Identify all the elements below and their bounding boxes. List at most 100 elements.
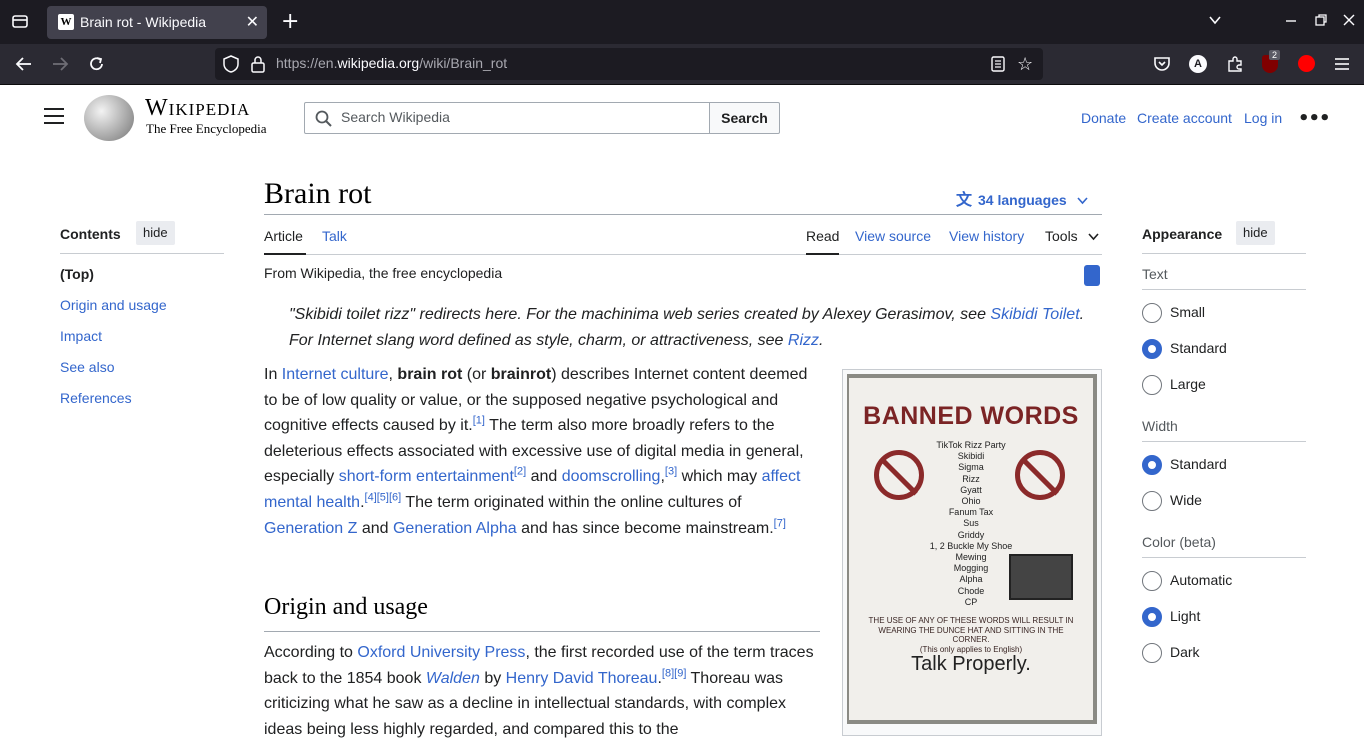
citation-4[interactable]: [4] [365, 492, 377, 504]
banned-word-item: Sus [963, 518, 979, 529]
tab-list-chevron-icon[interactable] [1208, 12, 1222, 31]
citation-7[interactable]: [7] [774, 517, 786, 529]
youtube-extension-icon[interactable] [1298, 55, 1315, 72]
translate-icon: 文 [956, 192, 973, 209]
label-color-dark[interactable]: Dark [1170, 644, 1200, 660]
banned-word-item: Gyatt [960, 484, 982, 495]
appearance-divider [1142, 253, 1306, 254]
label-color-light[interactable]: Light [1170, 608, 1200, 624]
browser-tab-active[interactable]: W Brain rot - Wikipedia ✕ [47, 6, 267, 39]
infobox-thumbnail[interactable]: BANNED WORDS TikTok Rizz Party Skibidi Sig… [842, 369, 1102, 736]
site-subtitle: From Wikipedia, the free encyclopedia [264, 265, 503, 281]
label-width-wide[interactable]: Wide [1170, 492, 1202, 508]
short-form-entertainment-link[interactable]: short-form entertainment [339, 468, 514, 485]
wikipedia-globe-logo[interactable] [84, 95, 134, 141]
radio-text-standard[interactable] [1142, 339, 1162, 359]
close-window-icon[interactable] [1342, 12, 1356, 31]
restore-window-icon[interactable] [1314, 12, 1328, 31]
oxford-university-press-link[interactable]: Oxford University Press [357, 644, 525, 661]
login-link[interactable]: Log in [1244, 110, 1282, 126]
bookmark-star-icon[interactable]: ☆ [1017, 54, 1033, 75]
site-lock-icon[interactable] [251, 55, 265, 77]
toc-heading: Contents [60, 226, 121, 242]
new-tab-icon[interactable]: + [281, 9, 299, 34]
extensions-puzzle-icon[interactable] [1226, 55, 1244, 77]
wikipedia-wordmark[interactable]: Wikipedia [145, 95, 250, 122]
appearance-hide-button[interactable]: hide [1236, 221, 1275, 245]
tools-menu[interactable]: Tools [1045, 228, 1099, 244]
section-heading-origin: Origin and usage [264, 594, 428, 620]
banned-words-sign-image[interactable]: BANNED WORDS TikTok Rizz Party Skibidi Sig… [847, 374, 1097, 724]
reader-view-icon[interactable] [991, 56, 1005, 76]
radio-width-wide[interactable] [1142, 491, 1162, 511]
tab-read[interactable]: Read [806, 228, 839, 244]
wikipedia-favicon-icon: W [58, 14, 74, 30]
label-color-automatic[interactable]: Automatic [1170, 572, 1232, 588]
address-bar[interactable]: https://en.wikipedia.org/wiki/Brain_rot … [215, 48, 1043, 80]
label-text-standard[interactable]: Standard [1170, 340, 1227, 356]
radio-text-small[interactable] [1142, 303, 1162, 323]
donate-link[interactable]: Donate [1081, 110, 1126, 126]
forward-arrow-icon[interactable] [51, 56, 69, 76]
citation-8[interactable]: [8] [662, 667, 674, 679]
banned-word-item: Fanum Tax [948, 507, 994, 518]
label-text-small[interactable]: Small [1170, 304, 1205, 320]
toc-hide-button[interactable]: hide [136, 221, 175, 245]
generation-alpha-link[interactable]: Generation Alpha [393, 520, 517, 537]
protection-lock-icon[interactable] [1084, 265, 1100, 286]
create-account-link[interactable]: Create account [1137, 110, 1232, 126]
tab-talk[interactable]: Talk [322, 228, 347, 244]
toc-item-impact[interactable]: Impact [60, 328, 102, 344]
banned-word-item: Ohio [961, 496, 981, 507]
text-divider [1142, 289, 1306, 290]
doomscrolling-link[interactable]: doomscrolling [562, 468, 661, 485]
walden-link[interactable]: Walden [426, 670, 480, 687]
close-tab-icon[interactable]: ✕ [246, 12, 259, 31]
skibidi-toilet-link[interactable]: Skibidi Toilet [990, 306, 1079, 323]
radio-width-standard[interactable] [1142, 455, 1162, 475]
tracking-protection-shield-icon[interactable] [223, 55, 239, 77]
search-box[interactable] [304, 102, 710, 134]
back-arrow-icon[interactable] [15, 56, 33, 76]
wikipedia-tagline: The Free Encyclopedia [146, 121, 267, 136]
app-menu-icon[interactable] [1334, 56, 1350, 75]
toc-item-origin-and-usage[interactable]: Origin and usage [60, 297, 167, 313]
rizz-link[interactable]: Rizz [788, 332, 819, 349]
toc-item-references[interactable]: References [60, 390, 132, 406]
toc-item-see-also[interactable]: See also [60, 359, 114, 375]
tab-view-source[interactable]: View source [855, 228, 931, 244]
minimize-window-icon[interactable] [1284, 12, 1298, 31]
citation-9[interactable]: [9] [674, 667, 686, 679]
generation-z-link[interactable]: Generation Z [264, 520, 357, 537]
citation-3[interactable]: [3] [665, 466, 677, 478]
tab-overview-icon[interactable] [11, 12, 29, 34]
radio-color-light[interactable] [1142, 607, 1162, 627]
language-selector[interactable]: 文 34 languages [956, 186, 1088, 210]
citation-1[interactable]: [1] [473, 415, 485, 427]
appearance-heading: Appearance [1142, 226, 1223, 242]
search-button[interactable]: Search [709, 102, 780, 134]
reload-icon[interactable] [88, 55, 106, 77]
citation-6[interactable]: [6] [389, 492, 401, 504]
toc-item-top[interactable]: (Top) [60, 266, 94, 282]
banned-word-item: TikTok Rizz Party [936, 440, 1006, 450]
citation-5[interactable]: [5] [377, 492, 389, 504]
account-avatar-icon[interactable]: A [1189, 55, 1207, 73]
search-input[interactable] [341, 109, 701, 125]
radio-color-automatic[interactable] [1142, 571, 1162, 591]
read-tab-underline [806, 253, 839, 255]
tab-article[interactable]: Article [264, 228, 303, 244]
tab-view-history[interactable]: View history [949, 228, 1024, 244]
pocket-icon[interactable] [1153, 55, 1171, 77]
thoreau-link[interactable]: Henry David Thoreau [506, 670, 658, 687]
radio-text-large[interactable] [1142, 375, 1162, 395]
label-width-standard[interactable]: Standard [1170, 456, 1227, 472]
internet-culture-link[interactable]: Internet culture [282, 366, 389, 383]
more-options-icon[interactable]: ••• [1298, 108, 1331, 129]
intro-paragraph: In Internet culture, brain rot (or brain… [264, 366, 808, 537]
url-text[interactable]: https://en.wikipedia.org/wiki/Brain_rot [276, 55, 507, 71]
citation-2[interactable]: [2] [514, 466, 526, 478]
main-menu-hamburger-icon[interactable] [44, 108, 64, 129]
radio-color-dark[interactable] [1142, 643, 1162, 663]
label-text-large[interactable]: Large [1170, 376, 1206, 392]
